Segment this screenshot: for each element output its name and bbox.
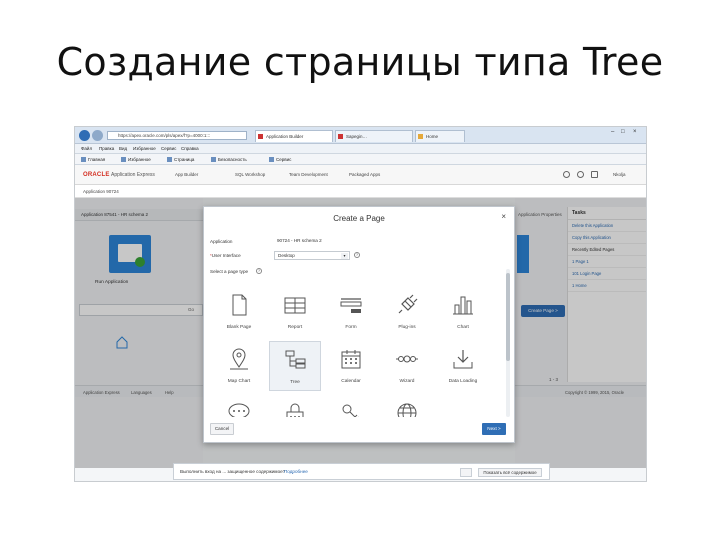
favicon-icon [418,134,423,139]
browser-menubar: Файл Правка Вид Избранное Сервис Справка [75,144,646,154]
breadcrumb-app[interactable]: Application 90724 [83,189,119,194]
close-icon[interactable]: × [501,212,506,221]
chevron-down-icon: ▾ [341,253,348,259]
tile-form[interactable]: Form [325,287,377,337]
tile-globalization[interactable] [381,395,433,417]
browser-tab-sapegin[interactable]: Sapegin… [335,130,413,142]
dialog-scrollbar[interactable] [506,269,510,417]
shield-icon [211,157,216,163]
oracle-logo: ORACLE [83,172,110,178]
browser-window: https://apex.oracle.com/pls/apex/f?p=400… [74,126,647,482]
plugin-icon [398,294,418,314]
menu-view[interactable]: Вид [119,146,127,151]
tile-blank-page[interactable]: Blank Page [213,287,265,337]
help-icon[interactable]: ? [256,268,262,274]
slide: Создание страницы типа Tree https://apex… [0,0,720,540]
browser-titlebar: https://apex.oracle.com/pls/apex/f?p=400… [75,127,646,144]
home-icon [81,157,86,163]
application-label: Application [210,239,233,244]
menu-file[interactable]: Файл [81,146,92,151]
globe-icon [397,403,417,417]
user-menu[interactable]: Nkolja [613,172,626,177]
key-icon [342,404,359,417]
page-type-grid: Blank Page Report Form Plug-ins Chart Ma… [210,287,506,417]
apex-menu-sql-workshop[interactable]: SQL Workshop [235,172,265,177]
tile-calendar[interactable]: Calendar [325,341,377,391]
notification-message: Выполнить вход на ... защищенное содержи… [180,469,286,474]
cancel-button[interactable]: Cancel [210,423,234,435]
command-favorites[interactable]: Избранное [121,157,151,163]
forward-button[interactable] [92,130,103,141]
product-name: Application Express [111,172,155,178]
tile-report[interactable]: Report [269,287,321,337]
wizard-icon [396,355,418,363]
tile-login[interactable] [269,395,321,417]
slide-title: Создание страницы типа Tree [56,40,664,84]
next-button[interactable]: Next > [482,423,506,435]
notification-option-button[interactable] [460,468,472,477]
user-interface-label: *User Interface [210,253,241,258]
tile-data-loading[interactable]: Data Loading [437,341,489,391]
feedback-icon [228,403,250,417]
tile-tree[interactable]: Tree [269,341,321,391]
apex-menu-app-builder[interactable]: App Builder [175,172,198,177]
select-page-type-label: Select a page type [210,269,249,274]
apex-header: ORACLE Application Express App Builder S… [75,165,646,185]
address-bar[interactable]: https://apex.oracle.com/pls/apex/f?p=400… [107,131,247,140]
application-value: 90724 - HR schema 2 [274,237,338,246]
grid-icon[interactable] [591,171,598,178]
user-interface-select[interactable]: Desktop ▾ [274,251,350,260]
dialog-title: Create a Page [333,214,385,223]
command-page[interactable]: Страница [167,157,194,163]
menu-edit[interactable]: Правка [99,146,114,151]
tile-feedback[interactable] [213,395,265,417]
tile-chart[interactable]: Chart [437,287,489,337]
apex-menu-team-dev[interactable]: Team Development [289,172,328,177]
notification-link[interactable]: Подробнее [284,469,308,474]
favicon-icon [258,134,263,139]
minimize-icon[interactable]: – [611,129,614,135]
tile-map-chart[interactable]: Map Chart [213,341,265,391]
apex-menu-packaged-apps[interactable]: Packaged Apps [349,172,380,177]
help-icon[interactable] [577,171,584,178]
command-security[interactable]: Безопасность [211,157,247,163]
form-icon [340,298,362,313]
show-all-content-button[interactable]: Показать всё содержимое [478,468,542,477]
page-icon [167,157,172,163]
menu-help[interactable]: Справка [181,146,199,151]
browser-command-bar: Главная Избранное Страница Безопасность … [75,154,646,165]
search-icon[interactable] [563,171,570,178]
tile-access-control[interactable] [325,395,377,417]
command-home[interactable]: Главная [81,157,105,163]
browser-tab-app-builder[interactable]: Application Builder [255,130,333,142]
favicon-icon [338,134,343,139]
security-notification-bar: Выполнить вход на ... защищенное содержи… [173,463,550,480]
blank-page-icon [232,294,247,316]
gear-icon [269,157,274,163]
calendar-icon [341,350,361,369]
menu-favorites[interactable]: Избранное [133,146,156,151]
tile-plugins[interactable]: Plug-ins [381,287,433,337]
tree-icon [285,350,306,369]
scrollbar-thumb[interactable] [506,273,510,361]
browser-tab-home[interactable]: Home [415,130,465,142]
breadcrumb: Application 90724 [75,185,646,198]
maximize-icon[interactable]: □ [621,129,625,135]
tile-wizard[interactable]: Wizard [381,341,433,391]
data-loading-icon [453,350,473,369]
back-button[interactable] [79,130,90,141]
close-window-icon[interactable]: × [633,129,637,135]
help-icon[interactable]: ? [354,252,360,258]
report-icon [284,297,306,314]
command-tools[interactable]: Сервис [269,157,291,163]
map-pin-icon [230,348,248,370]
create-page-dialog: Create a Page × Application 90724 - HR s… [203,206,515,443]
star-icon [121,157,126,163]
login-icon [286,403,304,417]
chart-icon [453,296,473,315]
menu-tools[interactable]: Сервис [161,146,176,151]
